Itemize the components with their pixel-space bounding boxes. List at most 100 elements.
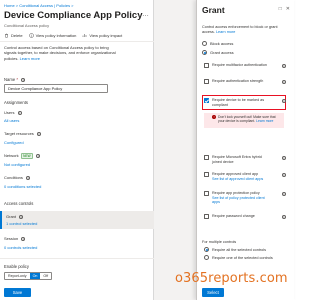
- target-label: Target resources i: [4, 131, 41, 136]
- checkbox-approved-app[interactable]: Require approved client app See list of a…: [204, 172, 270, 181]
- enable-policy-toggle[interactable]: Report-only On Off: [4, 272, 53, 280]
- checkbox-hybrid-joined[interactable]: Require Microsoft Entra hybrid joined de…: [204, 155, 270, 164]
- grant-row[interactable]: Grant i 1 control selected: [0, 211, 154, 229]
- toggle-on[interactable]: On: [29, 273, 41, 279]
- info-icon: i: [26, 175, 31, 180]
- save-button[interactable]: Save: [4, 288, 31, 297]
- grant-link[interactable]: 1 control selected: [6, 221, 37, 226]
- checkbox-label: Require device to be marked as compliant: [212, 98, 265, 107]
- grant-desc-text: Control access enforcement to block or g…: [202, 25, 278, 34]
- divider: [0, 258, 154, 259]
- access-controls-heading: Access controls: [4, 201, 34, 206]
- assignments-heading: Assignments: [4, 100, 28, 105]
- more-icon[interactable]: …: [142, 11, 149, 18]
- maximize-icon[interactable]: □: [279, 6, 282, 12]
- toggle-report-only[interactable]: Report-only: [5, 273, 30, 279]
- checkbox-label: Require app protection policy See list of…: [212, 191, 270, 205]
- new-badge: NEW: [20, 153, 34, 159]
- divider: [0, 41, 154, 42]
- conditions-label: Conditions i: [4, 175, 31, 180]
- delete-button[interactable]: Delete: [4, 33, 23, 38]
- chart-icon: [83, 33, 87, 37]
- grant-title: Grant: [202, 5, 225, 15]
- name-field[interactable]: Device Compliance App Policy: [4, 84, 108, 93]
- delete-label: Delete: [11, 32, 23, 38]
- grant-description: Control access enforcement to block or g…: [202, 25, 290, 35]
- policy-description: Control access based on Conditional Acce…: [4, 45, 116, 61]
- lockout-warning: ! Don't lock yourself out! Make sure tha…: [204, 113, 284, 128]
- checkbox-label: Require authentication strength: [212, 79, 264, 83]
- checkbox-box: [204, 63, 209, 69]
- checkbox-auth-strength[interactable]: Require authentication strength: [204, 79, 270, 85]
- info-icon: i: [36, 131, 41, 136]
- view-impact-button[interactable]: View policy impact: [82, 33, 122, 38]
- panel-controls: □ ✕: [279, 6, 290, 12]
- overlay-gap: [154, 0, 196, 300]
- radio-circle-selected: [202, 50, 207, 55]
- require-all-label: Require all the selected controls: [212, 247, 267, 252]
- view-info-label: View policy information: [35, 32, 77, 38]
- close-icon[interactable]: ✕: [286, 6, 290, 12]
- protected-apps-link: See list of policy protected client apps: [212, 195, 265, 205]
- enable-policy-label: Enable policy: [4, 264, 29, 269]
- select-button[interactable]: Select: [202, 288, 224, 297]
- network-link[interactable]: Not configured: [4, 162, 30, 167]
- checkbox-label: Require approved client app See list of a…: [212, 172, 270, 181]
- users-link[interactable]: All users: [4, 118, 19, 123]
- checkbox-label: Require Microsoft Entra hybrid joined de…: [212, 155, 262, 164]
- checkbox-box-checked: [204, 98, 209, 104]
- checkbox-box: [204, 191, 209, 197]
- info-icon: i: [21, 236, 26, 241]
- info-icon: i: [21, 77, 26, 82]
- users-label: Users i: [4, 110, 22, 115]
- info-icon: [28, 32, 34, 38]
- approved-apps-link: See list of approved client apps: [212, 176, 264, 181]
- radio-circle-selected: [204, 247, 209, 252]
- radio-circle: [204, 255, 209, 260]
- checkbox-app-protection[interactable]: Require app protection policy See list of…: [204, 191, 270, 205]
- grant-access-radio[interactable]: Grant access: [202, 50, 234, 55]
- trash-icon: [5, 33, 8, 38]
- require-all-radio[interactable]: Require all the selected controls: [204, 247, 266, 252]
- info-icon: i: [282, 192, 286, 196]
- site-watermark: o365reports.com: [175, 271, 288, 286]
- target-link[interactable]: Configured: [4, 140, 24, 145]
- info-icon: i: [282, 156, 286, 160]
- grant-label: Grant i: [6, 214, 24, 219]
- checkbox-box: [204, 79, 209, 85]
- conditions-link[interactable]: 0 conditions selected: [4, 184, 41, 189]
- info-icon: i: [17, 110, 22, 115]
- block-access-label: Block access: [210, 41, 234, 46]
- error-icon: !: [212, 115, 216, 119]
- info-icon: i: [282, 99, 286, 103]
- info-icon: i: [282, 173, 286, 177]
- radio-circle: [202, 41, 207, 46]
- checkbox-mfa[interactable]: Require multifactor authentication: [204, 63, 270, 69]
- page-title: Device Compliance App Policy: [4, 10, 143, 21]
- learn-more-link[interactable]: Learn more: [216, 30, 235, 34]
- info-icon: i: [19, 214, 24, 219]
- info-icon: i: [282, 80, 286, 84]
- checkbox-password-change[interactable]: Require password change: [204, 214, 270, 220]
- toggle-off[interactable]: Off: [40, 273, 51, 279]
- grant-access-label: Grant access: [210, 50, 234, 55]
- policy-panel: Home > Conditional Access | Policies > D…: [0, 0, 154, 300]
- info-icon: i: [282, 64, 286, 68]
- page-subtitle: Conditional Access policy: [4, 23, 50, 28]
- multiple-controls-label: For multiple controls: [202, 240, 237, 244]
- warning-text: Don't lock yourself out! Make sure that …: [218, 115, 276, 124]
- toolbar: Delete View policy information View poli…: [4, 31, 122, 39]
- checkbox-label: Require multifactor authentication: [212, 63, 267, 67]
- checkbox-compliant-device[interactable]: Require device to be marked as compliant: [204, 98, 270, 107]
- learn-more-link[interactable]: Learn more: [20, 56, 40, 61]
- block-access-radio[interactable]: Block access: [202, 41, 233, 46]
- name-label: Name * i: [4, 77, 26, 82]
- view-info-button[interactable]: View policy information: [28, 32, 77, 38]
- require-one-radio[interactable]: Require one of the selected controls: [204, 255, 273, 260]
- breadcrumb[interactable]: Home > Conditional Access | Policies >: [4, 3, 74, 8]
- view-impact-label: View policy impact: [89, 32, 123, 38]
- grant-panel: Grant □ ✕ Control access enforcement to …: [196, 0, 294, 300]
- session-link[interactable]: 0 controls selected: [4, 245, 37, 250]
- require-one-label: Require one of the selected controls: [212, 255, 273, 260]
- session-label: Session i: [4, 236, 26, 241]
